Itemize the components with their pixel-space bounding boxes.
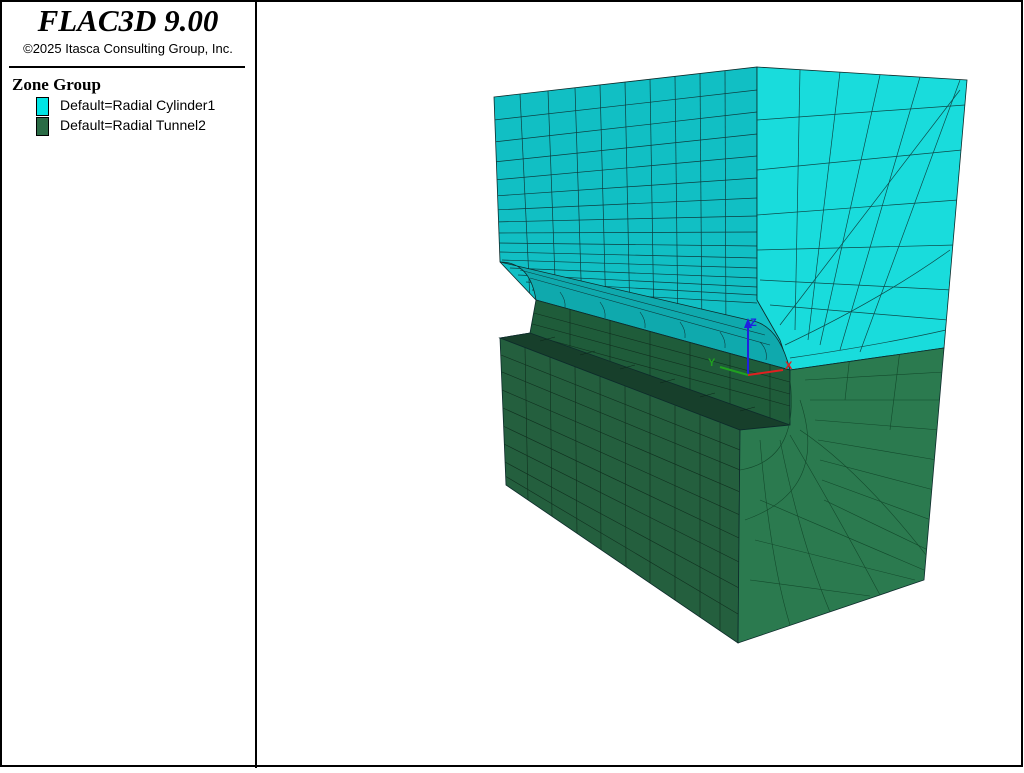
copyright-text: ©2025 Itasca Consulting Group, Inc. [23,41,233,56]
model-view[interactable]: X Y Z [257,0,1024,768]
y-axis-label: Y [708,357,716,369]
legend-swatch-cyan [36,97,49,116]
legend-item-label: Default=Radial Cylinder1 [60,97,216,113]
legend-panel: FLAC3D 9.00 ©2025 Itasca Consulting Grou… [0,0,256,768]
z-axis-label: Z [750,317,757,329]
legend-divider [9,66,245,68]
x-axis-label: X [785,360,793,372]
legend-swatch-green [36,117,49,136]
legend-item-label: Default=Radial Tunnel2 [60,117,206,133]
app-title: FLAC3D 9.00 [37,3,219,38]
legend-heading: Zone Group [12,75,101,94]
radial-cylinder-side-face [756,66,968,371]
model-viewport[interactable]: X Y Z [257,0,1024,768]
